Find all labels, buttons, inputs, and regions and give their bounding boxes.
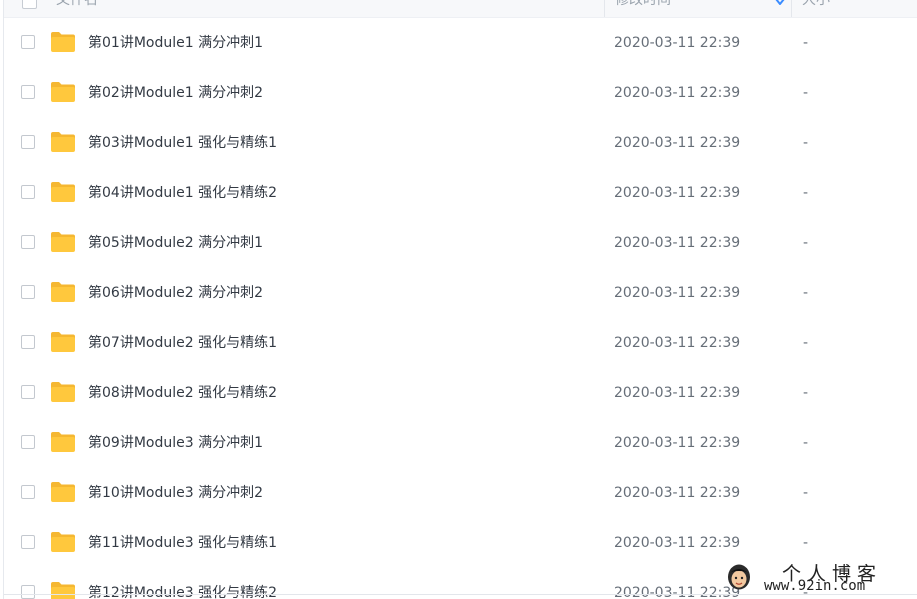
row-checkbox[interactable]	[21, 135, 35, 149]
file-size: -	[803, 485, 809, 501]
file-name[interactable]: 第06讲Module2 满分冲刺2	[88, 268, 263, 318]
file-row[interactable]: 第02讲Module1 满分冲刺2 2020-03-11 22:39 -	[4, 68, 917, 118]
file-size: -	[803, 435, 809, 451]
folder-icon[interactable]	[50, 281, 76, 303]
folder-icon[interactable]	[50, 381, 76, 403]
file-name[interactable]: 第02讲Module1 满分冲刺2	[88, 68, 263, 118]
header-modified-column[interactable]: 修改时间	[615, 0, 671, 17]
file-name[interactable]: 第05讲Module2 满分冲刺1	[88, 218, 263, 268]
folder-icon[interactable]	[50, 331, 76, 353]
folder-icon[interactable]	[50, 231, 76, 253]
file-size: -	[803, 85, 809, 101]
file-modified-time: 2020-03-11 22:39	[614, 185, 741, 201]
header-size-column[interactable]: 大小	[802, 0, 830, 17]
folder-icon[interactable]	[50, 181, 76, 203]
header-divider	[791, 0, 792, 17]
row-checkbox[interactable]	[21, 185, 35, 199]
file-size: -	[803, 185, 809, 201]
file-name[interactable]: 第03讲Module1 强化与精练1	[88, 118, 277, 168]
file-size: -	[803, 235, 809, 251]
file-modified-time: 2020-03-11 22:39	[614, 135, 741, 151]
row-checkbox[interactable]	[21, 235, 35, 249]
file-row[interactable]: 第01讲Module1 满分冲刺1 2020-03-11 22:39 -	[4, 18, 917, 68]
file-row[interactable]: 第08讲Module2 强化与精练2 2020-03-11 22:39 -	[4, 368, 917, 418]
file-list-header: 文件名 修改时间 大小	[4, 0, 917, 18]
row-checkbox[interactable]	[21, 535, 35, 549]
header-divider	[604, 0, 605, 17]
file-row[interactable]: 第07讲Module2 强化与精练1 2020-03-11 22:39 -	[4, 318, 917, 368]
file-modified-time: 2020-03-11 22:39	[614, 285, 741, 301]
file-name[interactable]: 第08讲Module2 强化与精练2	[88, 368, 277, 418]
folder-icon[interactable]	[50, 31, 76, 53]
file-modified-time: 2020-03-11 22:39	[614, 235, 741, 251]
row-checkbox[interactable]	[21, 85, 35, 99]
header-name-column[interactable]: 文件名	[56, 0, 98, 17]
file-row[interactable]: 第05讲Module2 满分冲刺1 2020-03-11 22:39 -	[4, 218, 917, 268]
row-checkbox[interactable]	[21, 335, 35, 349]
row-checkbox[interactable]	[21, 435, 35, 449]
row-checkbox[interactable]	[21, 285, 35, 299]
folder-icon[interactable]	[50, 481, 76, 503]
file-list-page: 文件名 修改时间 大小 第01讲Module1 满分冲刺1 2020-03-11 …	[0, 0, 917, 599]
row-checkbox[interactable]	[21, 35, 35, 49]
file-row[interactable]: 第10讲Module3 满分冲刺2 2020-03-11 22:39 -	[4, 468, 917, 518]
file-modified-time: 2020-03-11 22:39	[614, 85, 741, 101]
file-name[interactable]: 第01讲Module1 满分冲刺1	[88, 18, 263, 68]
file-modified-time: 2020-03-11 22:39	[614, 485, 741, 501]
folder-icon[interactable]	[50, 531, 76, 553]
row-checkbox[interactable]	[21, 385, 35, 399]
file-row[interactable]: 第09讲Module3 满分冲刺1 2020-03-11 22:39 -	[4, 418, 917, 468]
file-modified-time: 2020-03-11 22:39	[614, 35, 741, 51]
file-name[interactable]: 第07讲Module2 强化与精练1	[88, 318, 277, 368]
file-size: -	[803, 385, 809, 401]
file-name[interactable]: 第10讲Module3 满分冲刺2	[88, 468, 263, 518]
file-size: -	[803, 285, 809, 301]
file-row[interactable]: 第04讲Module1 强化与精练2 2020-03-11 22:39 -	[4, 168, 917, 218]
avatar-icon	[728, 564, 750, 590]
row-checkbox[interactable]	[21, 585, 35, 599]
file-rows: 第01讲Module1 满分冲刺1 2020-03-11 22:39- 第02讲Mo…	[4, 18, 917, 599]
file-size: -	[803, 335, 809, 351]
file-modified-time: 2020-03-11 22:39	[614, 385, 741, 401]
sort-desc-icon[interactable]	[775, 0, 785, 5]
folder-icon[interactable]	[50, 131, 76, 153]
select-all-checkbox[interactable]	[22, 0, 37, 9]
file-row[interactable]: 第06讲Module2 满分冲刺2 2020-03-11 22:39 -	[4, 268, 917, 318]
row-checkbox[interactable]	[21, 485, 35, 499]
file-name[interactable]: 第04讲Module1 强化与精练2	[88, 168, 277, 218]
folder-icon[interactable]	[50, 581, 76, 599]
watermark: 个人博客 www.92in.com	[724, 560, 914, 596]
file-name[interactable]: 第11讲Module3 强化与精练1	[88, 518, 277, 568]
folder-icon[interactable]	[50, 431, 76, 453]
file-size: -	[803, 135, 809, 151]
file-row[interactable]: 第03讲Module1 强化与精练1 2020-03-11 22:39 -	[4, 118, 917, 168]
file-name[interactable]: 第09讲Module3 满分冲刺1	[88, 418, 263, 468]
file-modified-time: 2020-03-11 22:39	[614, 535, 741, 551]
watermark-url: www.92in.com	[764, 578, 866, 594]
file-size: -	[803, 35, 809, 51]
file-modified-time: 2020-03-11 22:39	[614, 435, 741, 451]
file-modified-time: 2020-03-11 22:39	[614, 335, 741, 351]
folder-icon[interactable]	[50, 81, 76, 103]
